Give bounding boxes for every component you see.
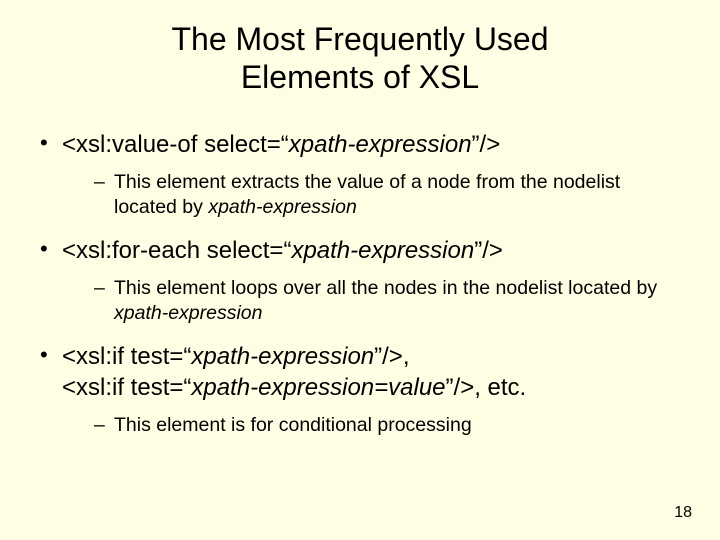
sub-em: xpath-expression (208, 196, 357, 218)
sub-bullet-list: This element is for conditional processi… (62, 413, 682, 438)
bullet-list: <xsl:value-of select=“xpath-expression”/… (38, 129, 682, 438)
code-em: xpath-expression=value (191, 374, 445, 401)
bullet-main: <xsl:value-of select=“xpath-expression”/… (62, 129, 682, 160)
bullet-item: <xsl:for-each select=“xpath-expression”/… (38, 235, 682, 327)
title-line-1: The Most Frequently Used (171, 21, 548, 57)
code-text: <xsl:for-each select=“ (62, 237, 291, 264)
sub-text: This element is for conditional processi… (114, 414, 472, 436)
sub-bullet-list: This element loops over all the nodes in… (62, 276, 682, 327)
slide-title: The Most Frequently Used Elements of XSL (38, 20, 682, 97)
title-line-2: Elements of XSL (241, 59, 479, 95)
code-text: ”/> (472, 131, 501, 158)
sub-em: xpath-expression (114, 302, 263, 324)
bullet-item: <xsl:value-of select=“xpath-expression”/… (38, 129, 682, 221)
sub-bullet-item: This element extracts the value of a nod… (94, 170, 682, 221)
code-text: <xsl:if test=“ (62, 374, 191, 401)
sub-bullet-list: This element extracts the value of a nod… (62, 170, 682, 221)
code-em: xpath-expression (289, 131, 472, 158)
sub-text: This element extracts the value of a nod… (114, 171, 620, 218)
sub-bullet-item: This element loops over all the nodes in… (94, 276, 682, 327)
code-em: xpath-expression (291, 237, 474, 264)
page-number: 18 (674, 504, 692, 522)
code-text: <xsl:value-of select=“ (62, 131, 289, 158)
sub-text: This element loops over all the nodes in… (114, 277, 657, 299)
bullet-main: <xsl:if test=“xpath-expression”/>, <xsl:… (62, 341, 682, 403)
code-text: ”/> (474, 237, 503, 264)
code-text: ”/>, etc. (446, 374, 527, 401)
bullet-item: <xsl:if test=“xpath-expression”/>, <xsl:… (38, 341, 682, 439)
bullet-main: <xsl:for-each select=“xpath-expression”/… (62, 235, 682, 266)
sub-bullet-item: This element is for conditional processi… (94, 413, 682, 438)
code-text: <xsl:if test=“ (62, 343, 191, 370)
code-text: ”/>, (374, 343, 409, 370)
code-em: xpath-expression (191, 343, 374, 370)
